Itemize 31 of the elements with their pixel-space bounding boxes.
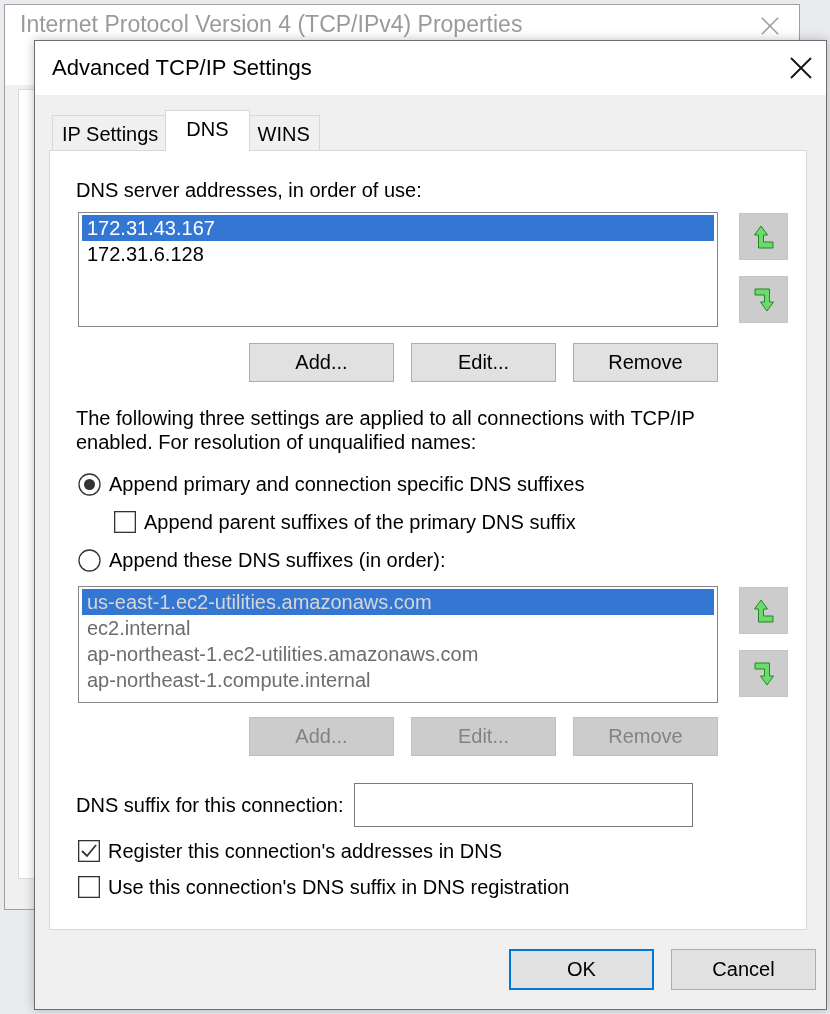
list-item[interactable]: 172.31.6.128 — [82, 241, 714, 267]
down-arrow-icon — [753, 661, 774, 686]
option-label: Use this connection's DNS suffix in DNS registration — [108, 875, 570, 899]
dns-suffix-input[interactable] — [353, 783, 693, 827]
up-arrow-icon — [753, 224, 774, 249]
checkbox[interactable] — [78, 840, 100, 862]
field-label: DNS suffix for this connection: — [76, 793, 344, 817]
dns-server-listbox[interactable]: 172.31.43.167 172.31.6.128 — [78, 212, 718, 327]
checkbox[interactable] — [114, 511, 136, 533]
window-title: Internet Protocol Version 4 (TCP/IPv4) Properties — [20, 10, 523, 38]
list-action-button[interactable]: Add... — [249, 343, 394, 382]
option-label: Append primary and connection specific DNS suffixes — [109, 472, 585, 496]
dialog-button[interactable]: Cancel — [671, 949, 816, 990]
list-item[interactable]: 172.31.43.167 — [82, 215, 714, 241]
option-label: Append parent suffixes of the primary DNS suffix — [144, 510, 576, 534]
description-text: The following three settings are applied to all connections with TCP/IP enabled. For resolution of unqualified names: — [76, 406, 696, 454]
radio-button[interactable] — [78, 472, 101, 496]
radio-button[interactable] — [78, 548, 101, 572]
section-label: DNS server addresses, in order of use: — [76, 178, 423, 202]
dialog-title: Advanced TCP/IP Settings — [52, 55, 312, 81]
list-action-button[interactable]: Remove — [573, 343, 718, 382]
checkbox[interactable] — [78, 876, 100, 898]
option-label: Append these DNS suffixes (in order): — [109, 548, 446, 572]
down-arrow-icon — [753, 287, 774, 312]
dialog-button[interactable]: OK — [509, 949, 654, 990]
tab[interactable]: DNS — [165, 110, 250, 151]
up-arrow-icon — [753, 598, 774, 623]
option-label: Register this connection's addresses in DNS — [108, 839, 502, 863]
list-action-button[interactable]: Edit... — [411, 343, 556, 382]
close-icon[interactable] — [790, 57, 812, 79]
tab[interactable]: WINS — [247, 115, 320, 150]
